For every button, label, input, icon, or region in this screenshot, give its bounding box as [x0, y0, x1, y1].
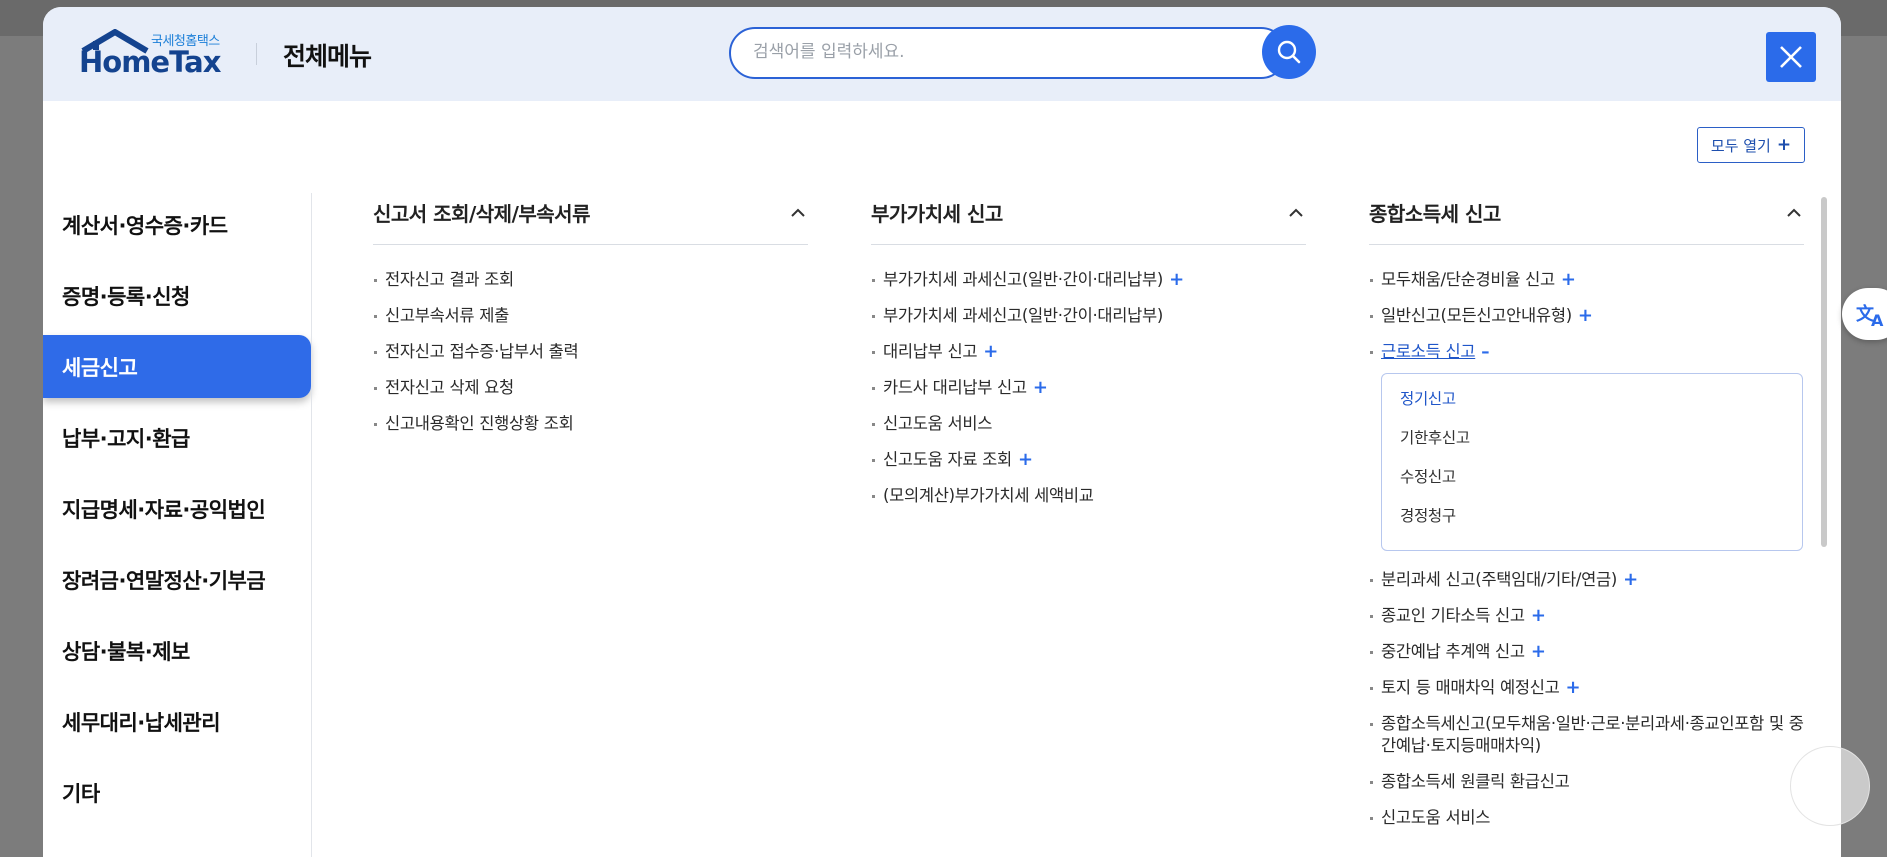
sidebar-item-label: 납부·고지·환급: [62, 426, 190, 451]
search-icon: [1277, 40, 1301, 64]
sidebar-item-label: 장려금·연말정산·기부금: [62, 568, 266, 593]
expand-plus-icon[interactable]: +: [1561, 269, 1576, 290]
sidebar-item-statements[interactable]: 지급명세·자료·공익법인: [43, 477, 311, 540]
sidebar-item-tax-return[interactable]: 세금신고: [43, 335, 311, 398]
column-title: 부가가치세 신고: [871, 202, 1003, 226]
menu-item[interactable]: 전자신고 결과 조회: [373, 269, 808, 291]
expand-plus-icon[interactable]: +: [1018, 449, 1033, 470]
menu-item[interactable]: 신고내용확인 진행상황 조회: [373, 413, 808, 435]
menu-item[interactable]: 전자신고 접수증·납부서 출력: [373, 341, 808, 363]
menu-column-vat: 부가가치세 신고 부가가치세 과세신고(일반·간이·대리납부) + 부가가치세 과…: [871, 193, 1306, 521]
menu-item[interactable]: 대리납부 신고 +: [871, 341, 1306, 363]
sidebar-item-label: 상담·불복·제보: [62, 639, 190, 664]
expand-plus-icon[interactable]: +: [1578, 305, 1593, 326]
submenu-item[interactable]: 정기신고: [1400, 388, 1784, 427]
expand-plus-icon[interactable]: +: [1033, 377, 1048, 398]
sidebar-item-certificate[interactable]: 증명·등록·신청: [43, 264, 311, 327]
close-icon: [1780, 46, 1802, 68]
submenu-panel: 정기신고 기한후신고 수정신고 경정청구: [1381, 373, 1803, 551]
sidebar-item-agent[interactable]: 세무대리·납세관리: [43, 690, 311, 753]
menu-item[interactable]: 카드사 대리납부 신고 +: [871, 377, 1306, 399]
menu-item[interactable]: 신고도움 서비스: [871, 413, 1306, 435]
menu-column-return-lookup: 신고서 조회/삭제/부속서류 전자신고 결과 조회 신고부속서류 제출 전자신고…: [373, 193, 808, 449]
sidebar-item-label: 지급명세·자료·공익법인: [62, 497, 266, 522]
menu-item[interactable]: 부가가치세 과세신고(일반·간이·대리납부) +: [871, 269, 1306, 291]
svg-text:A: A: [1871, 311, 1884, 328]
plus-icon: +: [1776, 135, 1792, 155]
sidebar-item-label: 세금신고: [62, 355, 138, 380]
submenu-item[interactable]: 경정청구: [1400, 505, 1784, 544]
menu-item[interactable]: 종교인 기타소득 신고 +: [1369, 605, 1804, 627]
sidebar-item-consulting[interactable]: 상담·불복·제보: [43, 619, 311, 682]
search-input[interactable]: [753, 42, 1203, 62]
chevron-up-icon[interactable]: [1784, 203, 1804, 223]
chevron-up-icon[interactable]: [788, 203, 808, 223]
page-title: 전체메뉴: [283, 42, 372, 71]
submenu-item[interactable]: 수정신고: [1400, 466, 1784, 505]
menu-list: 모두채움/단순경비율 신고 + 일반신고(모든신고안내유형) + 근로소득 신고 – …: [1369, 269, 1804, 829]
sidebar-item-payment[interactable]: 납부·고지·환급: [43, 406, 311, 469]
menu-item[interactable]: 신고도움 자료 조회 +: [871, 449, 1306, 471]
category-sidebar: 계산서·영수증·카드 증명·등록·신청 세금신고 납부·고지·환급 지급명세·자…: [43, 193, 311, 832]
menu-list: 전자신고 결과 조회 신고부속서류 제출 전자신고 접수증·납부서 출력 전자신…: [373, 269, 808, 435]
menu-column-income-tax: 종합소득세 신고 모두채움/단순경비율 신고 + 일반신고(모든신고안내유형) + …: [1369, 193, 1804, 843]
sidebar-divider: [311, 193, 312, 857]
menu-item[interactable]: 전자신고 삭제 요청: [373, 377, 808, 399]
expand-plus-icon[interactable]: +: [1623, 569, 1638, 590]
sidebar-item-label: 계산서·영수증·카드: [62, 213, 228, 238]
menu-item[interactable]: 중간예납 추계액 신고 +: [1369, 641, 1804, 663]
menu-item[interactable]: 종합소득세신고(모두채움·일반·근로·분리과세·종교인포함 및 중간예납·토지등…: [1369, 713, 1804, 757]
translate-icon: 文 A: [1856, 303, 1884, 328]
menu-item[interactable]: 신고부속서류 제출: [373, 305, 808, 327]
expand-plus-icon[interactable]: +: [1566, 677, 1581, 698]
sidebar-item-label: 증명·등록·신청: [62, 284, 190, 309]
floating-action-circle[interactable]: [1790, 746, 1870, 826]
column-header[interactable]: 신고서 조회/삭제/부속서류: [373, 193, 808, 245]
menu-item[interactable]: 종합소득세 원클릭 환급신고: [1369, 771, 1804, 793]
all-menu-modal: 국세청홈택스 HomeTax 전체메뉴 모두 열기 + 계산서·영수증·카드 증…: [43, 7, 1841, 857]
menu-item[interactable]: 토지 등 매매차익 예정신고 +: [1369, 677, 1804, 699]
menu-item-open[interactable]: 근로소득 신고 – 정기신고 기한후신고 수정신고 경정청구: [1369, 341, 1804, 551]
submenu-item[interactable]: 기한후신고: [1400, 427, 1784, 466]
sidebar-item-invoice[interactable]: 계산서·영수증·카드: [43, 193, 311, 256]
modal-header: 국세청홈택스 HomeTax 전체메뉴: [43, 7, 1841, 101]
logo-english-text: HomeTax: [79, 45, 221, 79]
chevron-up-icon[interactable]: [1286, 203, 1306, 223]
menu-item[interactable]: 신고도움 서비스: [1369, 807, 1804, 829]
expand-plus-icon[interactable]: +: [983, 341, 998, 362]
menu-item[interactable]: 일반신고(모든신고안내유형) +: [1369, 305, 1804, 327]
collapse-minus-icon[interactable]: –: [1481, 342, 1489, 361]
column-title: 종합소득세 신고: [1369, 202, 1501, 226]
search-button[interactable]: [1262, 25, 1316, 79]
hometax-logo[interactable]: 국세청홈택스 HomeTax: [79, 29, 229, 81]
search-box: [729, 27, 1287, 79]
column-header[interactable]: 종합소득세 신고: [1369, 193, 1804, 245]
scrollbar-thumb[interactable]: [1821, 197, 1827, 547]
column-header[interactable]: 부가가치세 신고: [871, 193, 1306, 245]
menu-item[interactable]: 모두채움/단순경비율 신고 +: [1369, 269, 1804, 291]
menu-item[interactable]: (모의계산)부가가치세 세액비교: [871, 485, 1306, 507]
sidebar-item-label: 세무대리·납세관리: [62, 710, 221, 735]
sidebar-item-etc[interactable]: 기타: [43, 761, 311, 824]
expand-plus-icon[interactable]: +: [1531, 605, 1546, 626]
expand-all-label: 모두 열기: [1710, 136, 1771, 155]
expand-plus-icon[interactable]: +: [1169, 269, 1184, 290]
close-button[interactable]: [1766, 32, 1816, 82]
header-divider: [256, 43, 257, 65]
column-title: 신고서 조회/삭제/부속서류: [373, 202, 590, 226]
expand-plus-icon[interactable]: +: [1531, 641, 1546, 662]
menu-list: 부가가치세 과세신고(일반·간이·대리납부) + 부가가치세 과세신고(일반·간이…: [871, 269, 1306, 507]
sidebar-item-incentives[interactable]: 장려금·연말정산·기부금: [43, 548, 311, 611]
expand-all-button[interactable]: 모두 열기 +: [1697, 127, 1805, 163]
sidebar-item-label: 기타: [62, 781, 100, 806]
translate-button[interactable]: 文 A: [1842, 288, 1887, 340]
menu-item[interactable]: 부가가치세 과세신고(일반·간이·대리납부): [871, 305, 1306, 327]
menu-item[interactable]: 분리과세 신고(주택임대/기타/연금) +: [1369, 569, 1804, 591]
